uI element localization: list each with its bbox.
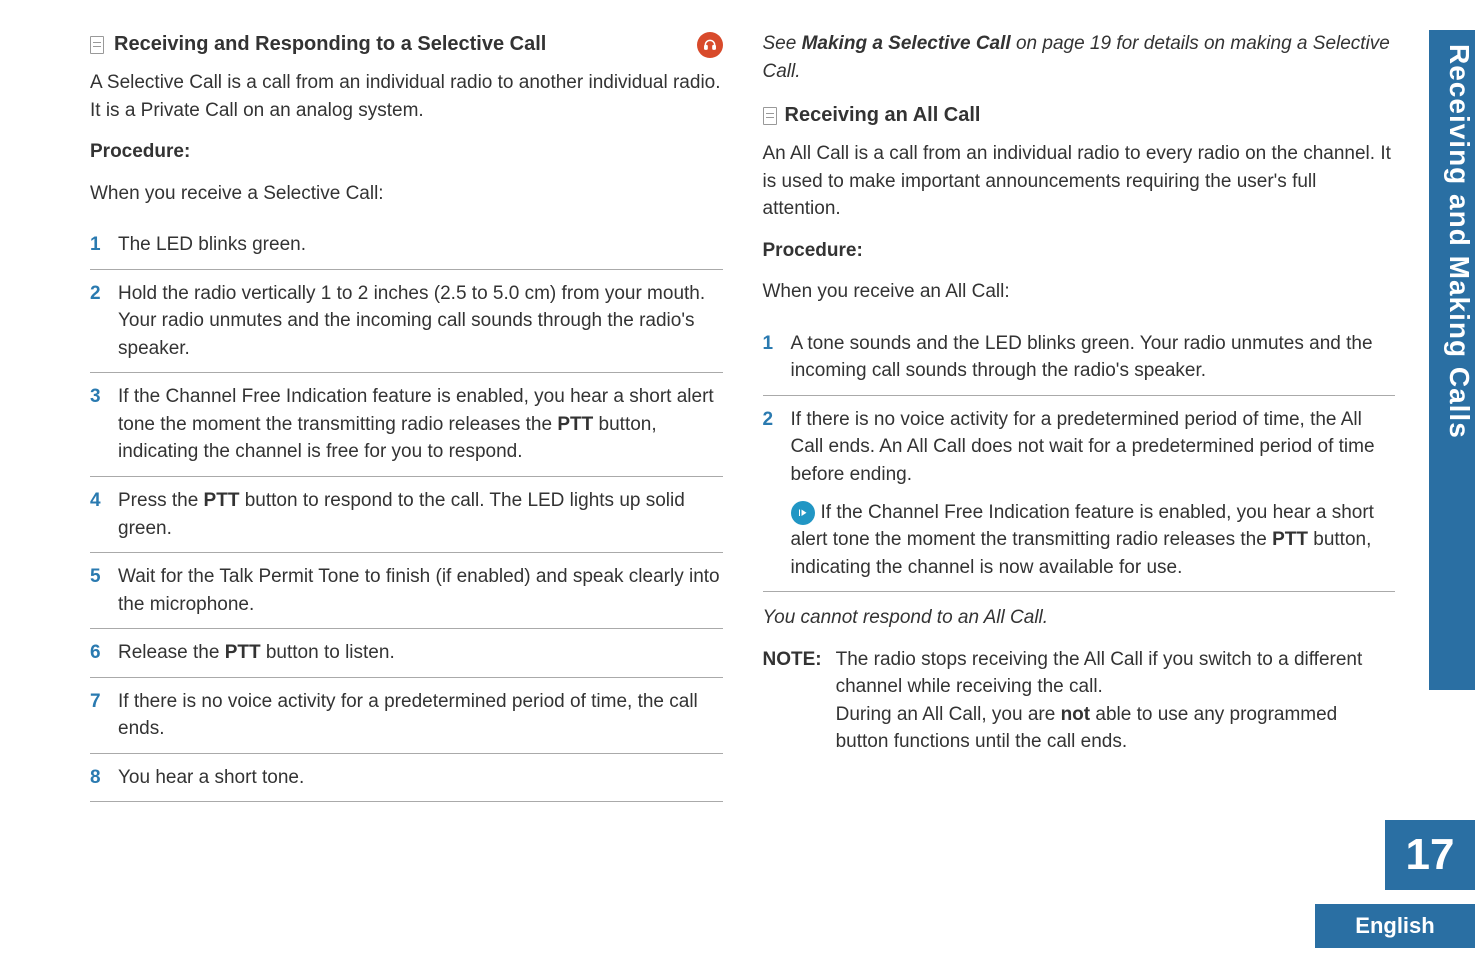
step-item: Press the PTT button to respond to the c…: [90, 477, 723, 553]
step-item: A tone sounds and the LED blinks green. …: [763, 320, 1396, 396]
see-link-text: Making a Selective Call: [802, 33, 1011, 54]
when-text: When you receive a Selective Call:: [90, 180, 723, 208]
ptt-label: PTT: [557, 414, 593, 435]
step-text: Hold the radio vertically 1 to 2 inches …: [118, 283, 705, 359]
note-label: NOTE:: [763, 646, 822, 756]
language-label: English: [1315, 904, 1475, 948]
step-item: If the Channel Free Indication feature i…: [90, 373, 723, 477]
step-text: If there is no voice activity for a pred…: [118, 691, 698, 740]
ptt-label: PTT: [225, 642, 261, 663]
ptt-label: PTT: [1272, 529, 1308, 550]
document-icon: [90, 36, 104, 54]
when-text: When you receive an All Call:: [763, 278, 1396, 306]
step-text: If there is no voice activity for a pred…: [791, 409, 1375, 485]
headset-icon: [697, 32, 723, 58]
step-text: You hear a short tone.: [118, 767, 304, 788]
see-text: See: [763, 33, 802, 54]
not-bold: not: [1061, 704, 1091, 725]
see-reference: See Making a Selective Call on page 19 f…: [763, 30, 1396, 85]
note-icon: [791, 501, 815, 525]
step-text: A tone sounds and the LED blinks green. …: [791, 333, 1373, 382]
section-header-selective-call: Receiving and Responding to a Selective …: [90, 30, 723, 59]
step-item: The LED blinks green.: [90, 221, 723, 270]
page-number: 17: [1385, 820, 1475, 890]
intro-text: An All Call is a call from an individual…: [763, 140, 1396, 223]
left-column: Receiving and Responding to a Selective …: [90, 30, 723, 800]
step-item: You hear a short tone.: [90, 754, 723, 803]
section-header-all-call: Receiving an All Call: [763, 101, 1396, 130]
document-icon: [763, 107, 777, 125]
section-title: Receiving and Responding to a Selective …: [114, 30, 546, 59]
sidebar-chapter-title: Receiving and Making Calls: [1429, 30, 1475, 690]
step-item: Wait for the Talk Permit Tone to finish …: [90, 553, 723, 629]
procedure-label: Procedure:: [763, 237, 1396, 265]
step-text: button to listen.: [261, 642, 395, 663]
step-text: Release the: [118, 642, 225, 663]
step-item: If there is no voice activity for a pred…: [90, 678, 723, 754]
note-block: NOTE: The radio stops receiving the All …: [763, 646, 1396, 756]
step-text: Press the: [118, 490, 204, 511]
section-title: Receiving an All Call: [785, 101, 981, 130]
step-item: If there is no voice activity for a pred…: [763, 396, 1396, 592]
intro-text: A Selective Call is a call from an indiv…: [90, 69, 723, 124]
procedure-label: Procedure:: [90, 138, 723, 166]
step-text: The LED blinks green.: [118, 234, 306, 255]
cannot-respond-text: You cannot respond to an All Call.: [763, 604, 1396, 632]
right-column: See Making a Selective Call on page 19 f…: [763, 30, 1436, 800]
step-item: Release the PTT button to listen.: [90, 629, 723, 678]
note-line: The radio stops receiving the All Call i…: [836, 649, 1363, 698]
steps-list-right: A tone sounds and the LED blinks green. …: [763, 320, 1396, 592]
ptt-label: PTT: [204, 490, 240, 511]
steps-list-left: The LED blinks green. Hold the radio ver…: [90, 221, 723, 802]
step-text: Wait for the Talk Permit Tone to finish …: [118, 566, 720, 615]
note-inline: If the Channel Free Indication feature i…: [791, 499, 1396, 582]
step-item: Hold the radio vertically 1 to 2 inches …: [90, 270, 723, 374]
note-line: During an All Call, you are: [836, 704, 1061, 725]
note-body: The radio stops receiving the All Call i…: [836, 646, 1395, 756]
